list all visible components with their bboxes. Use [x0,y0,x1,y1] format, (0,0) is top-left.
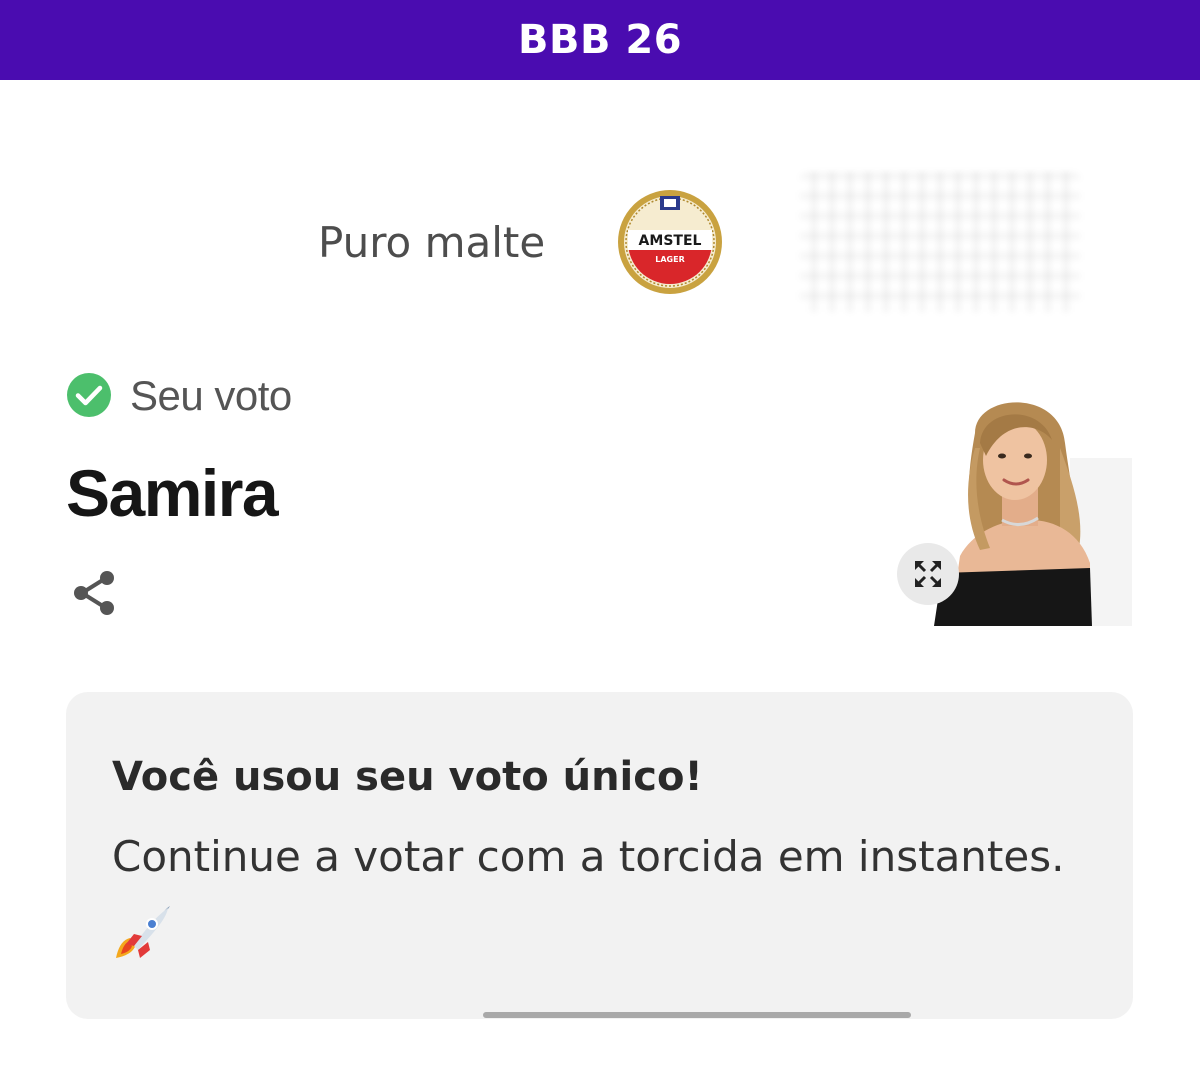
vote-label: Seu voto [130,372,292,419]
logo-subtext: LAGER [655,255,684,264]
amstel-lager-logo: AMSTEL LAGER [618,190,722,294]
scrollbar[interactable] [483,1012,911,1018]
rocket-icon [116,906,170,958]
candidate-name: Samira [66,456,279,530]
header-title: BBB 26 [517,17,683,63]
top-header: BBB 26 [0,0,1200,80]
sponsor-tagline: Puro malte [318,218,546,267]
expand-icon [915,561,941,587]
expand-photo-button[interactable] [897,543,959,605]
vote-confirmation-screen: BBB 26 Puro malte AMSTEL LAGER Seu voto … [0,0,1200,1069]
share-icon[interactable] [70,568,120,618]
card-title: Você usou seu voto único! [112,754,703,800]
card-body: Continue a votar com a torcida em instan… [112,832,1065,881]
info-card: Você usou seu voto único! Continue a vot… [66,692,1133,1019]
blurred-sponsor-graphic [800,172,1080,312]
logo-text: AMSTEL [639,233,702,249]
check-circle-icon [67,373,111,417]
